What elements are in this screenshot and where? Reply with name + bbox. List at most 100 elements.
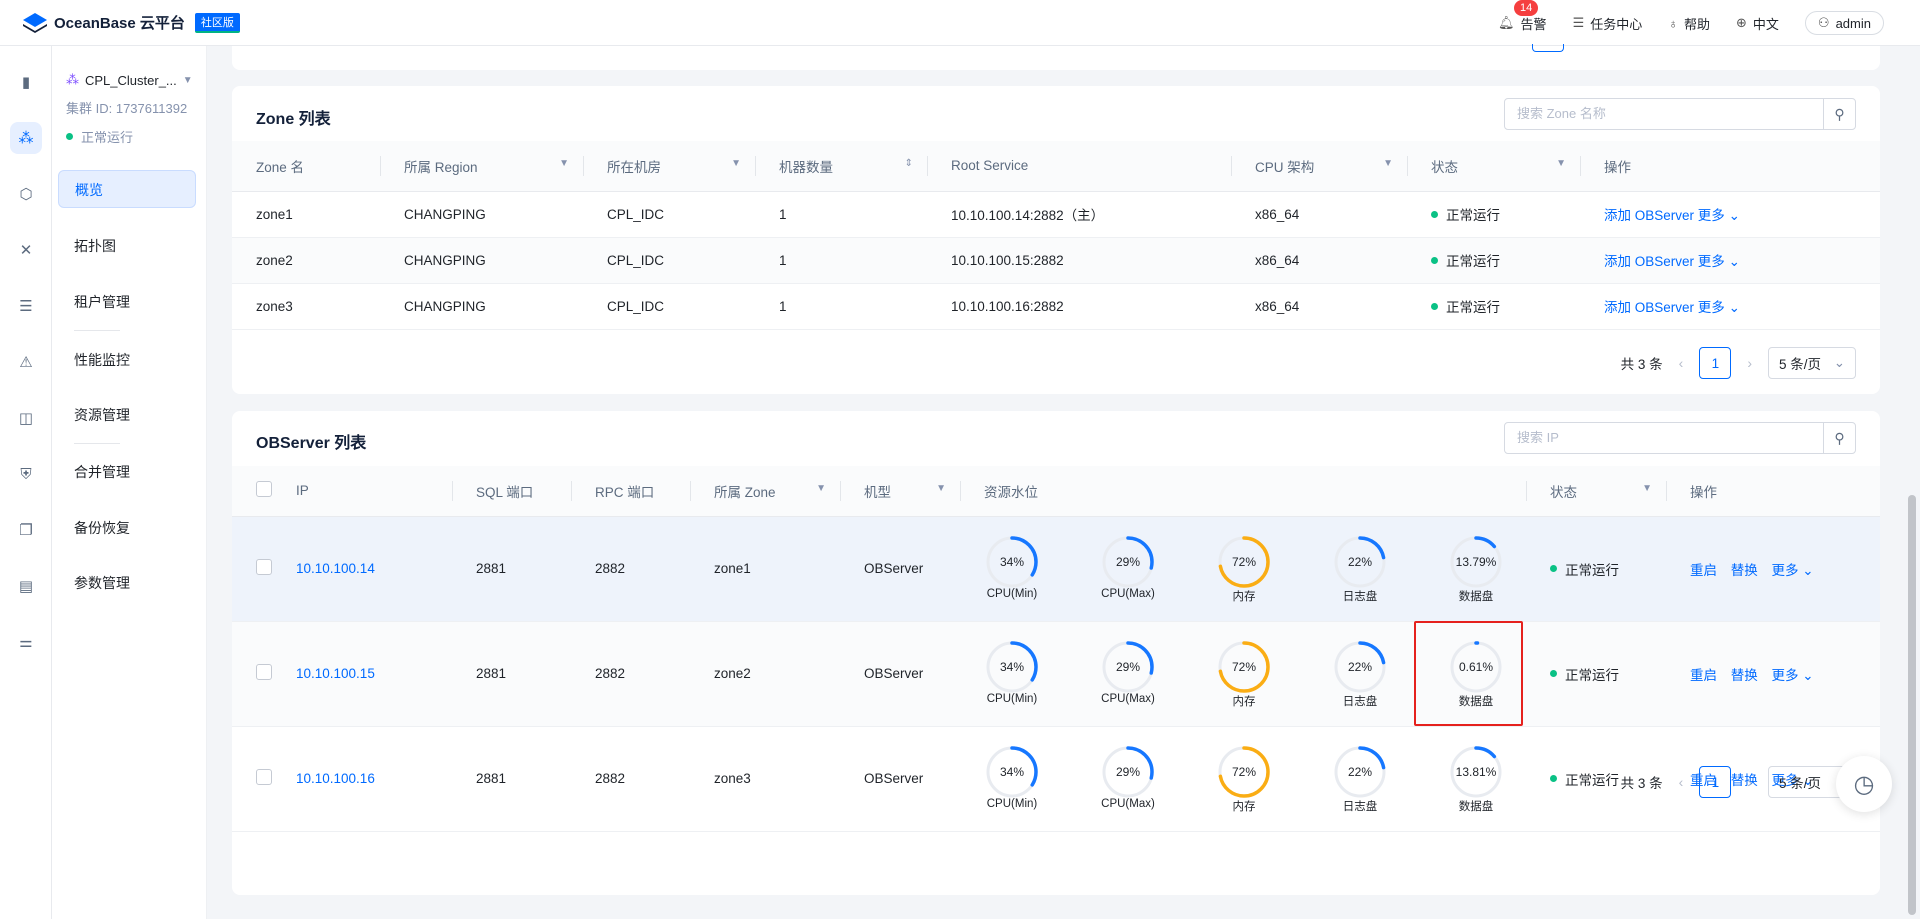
more-dropdown[interactable]: 更多 ⌄ bbox=[1772, 668, 1814, 683]
prev-page-icon[interactable]: ‹ bbox=[1679, 774, 1684, 790]
add-observer-link[interactable]: 添加 OBServer bbox=[1604, 300, 1694, 315]
filter-icon[interactable]: ▼ bbox=[731, 158, 741, 169]
nav-topology[interactable]: 拓扑图 bbox=[58, 227, 196, 265]
nav-performance[interactable]: 性能监控 bbox=[58, 341, 196, 379]
add-observer-link[interactable]: 添加 OBServer bbox=[1604, 254, 1694, 269]
gauge-value: 22% bbox=[1348, 660, 1372, 674]
nav-tenant[interactable]: 租户管理 bbox=[58, 283, 196, 321]
cluster-name: CPL_Cluster_... bbox=[85, 72, 177, 88]
observer-ip-link[interactable]: 10.10.100.16 bbox=[296, 771, 375, 786]
gauge-label: CPU(Max) bbox=[1101, 692, 1155, 705]
pager-total: 共 3 条 bbox=[1620, 776, 1663, 791]
app-logo[interactable]: OceanBase 云平台 社区版 bbox=[22, 12, 240, 34]
report-icon[interactable]: ▤ bbox=[10, 570, 42, 602]
nav-overview[interactable]: 概览 bbox=[58, 170, 196, 208]
history-clock-icon[interactable]: ◷ bbox=[1836, 756, 1892, 812]
pager-page-edge bbox=[1532, 44, 1564, 52]
select-all-checkbox[interactable] bbox=[256, 481, 272, 498]
zone-list-card: Zone 列表 搜索 Zone 名称 ⚲ Zone 名 所属 Region ▼ 所… bbox=[232, 86, 1880, 394]
zone-search-input[interactable]: 搜索 Zone 名称 bbox=[1505, 99, 1823, 129]
backup-icon[interactable]: ❐ bbox=[10, 514, 42, 546]
gauge-ring: 22% bbox=[1334, 640, 1386, 693]
chevron-down-icon: ⌄ bbox=[1833, 355, 1845, 370]
row-checkbox[interactable] bbox=[256, 559, 272, 575]
more-dropdown[interactable]: 更多 ⌄ bbox=[1698, 208, 1740, 223]
gauge-label: 数据盘 bbox=[1458, 800, 1494, 813]
gauge-ring: 22% bbox=[1334, 535, 1386, 588]
gauge-label: CPU(Min) bbox=[986, 587, 1038, 600]
zone-status: 正常运行 bbox=[1407, 237, 1580, 284]
gauge-ring: 72% bbox=[1218, 535, 1270, 588]
observer-ip-link[interactable]: 10.10.100.15 bbox=[296, 666, 375, 681]
row-checkbox[interactable] bbox=[256, 769, 272, 785]
zone-machine-count: 1 bbox=[755, 283, 927, 330]
security-icon[interactable]: ⛨ bbox=[10, 458, 42, 490]
cluster-selector[interactable]: ⁂ CPL_Cluster_... ▼ bbox=[66, 72, 206, 88]
filter-icon[interactable]: ▼ bbox=[816, 483, 826, 494]
pager-page[interactable]: 1 bbox=[1699, 766, 1732, 798]
nav-merge[interactable]: 合并管理 bbox=[58, 453, 196, 491]
resource-gauge: 29% CPU(Max) bbox=[1100, 534, 1156, 604]
monitor-icon[interactable]: ◫ bbox=[10, 402, 42, 434]
prev-page-icon[interactable]: ‹ bbox=[1679, 355, 1684, 371]
resource-gauge: 72% 内存 bbox=[1216, 534, 1272, 604]
language-button[interactable]: ⊕ 中文 bbox=[1736, 14, 1779, 33]
language-label: 中文 bbox=[1752, 16, 1779, 32]
gauge-value: 29% bbox=[1116, 660, 1140, 674]
filter-icon[interactable]: ▼ bbox=[1383, 158, 1393, 169]
observer-ip-link[interactable]: 10.10.100.14 bbox=[296, 561, 375, 576]
page-size-select[interactable]: 5 条/页⌄ bbox=[1768, 347, 1856, 379]
restart-link[interactable]: 重启 bbox=[1690, 563, 1717, 578]
gauge-label: 日志盘 bbox=[1342, 590, 1378, 603]
filter-icon[interactable]: ▼ bbox=[936, 483, 946, 494]
user-menu-button[interactable]: ⚇ admin bbox=[1804, 11, 1884, 35]
more-dropdown[interactable]: 更多 ⌄ bbox=[1698, 254, 1740, 269]
help-button[interactable]: ♁ 帮助 bbox=[1668, 14, 1710, 33]
zone-actions: 添加 OBServer 更多 ⌄ bbox=[1580, 237, 1880, 284]
replace-link[interactable]: 替换 bbox=[1731, 563, 1758, 578]
add-observer-link[interactable]: 添加 OBServer bbox=[1604, 208, 1694, 223]
tenant-icon[interactable]: ⬡ bbox=[10, 178, 42, 210]
search-icon[interactable]: ⚲ bbox=[1823, 99, 1855, 129]
page-scrollbar[interactable] bbox=[1908, 495, 1916, 915]
search-icon[interactable]: ⚲ bbox=[1823, 423, 1855, 453]
filter-icon[interactable]: ▼ bbox=[1556, 158, 1566, 169]
zone-status: 正常运行 bbox=[1407, 191, 1580, 238]
col-idc: 所在机房 ▼ bbox=[583, 141, 755, 192]
alarm-button[interactable]: 🔔︎ 告警 14 bbox=[1498, 0, 1547, 33]
sort-icon[interactable]: ⇕ bbox=[905, 158, 913, 169]
next-page-icon[interactable]: › bbox=[1747, 355, 1752, 371]
pager-page[interactable]: 1 bbox=[1699, 347, 1732, 379]
gauge-ring: 29% bbox=[1102, 745, 1154, 798]
alert-icon[interactable]: ⚠︎ bbox=[10, 346, 42, 378]
filter-icon[interactable]: ▼ bbox=[559, 158, 569, 169]
nav-parameters[interactable]: 参数管理 bbox=[58, 564, 196, 602]
filter-icon[interactable]: ▼ bbox=[1642, 483, 1652, 494]
resource-gauge: 13.81% 数据盘 bbox=[1448, 744, 1504, 814]
globe-icon: ⊕ bbox=[1736, 15, 1747, 30]
next-page-icon[interactable]: › bbox=[1747, 774, 1752, 790]
task-center-button[interactable]: ☰ 任务中心 bbox=[1573, 14, 1643, 33]
zone-table: Zone 名 所属 Region ▼ 所在机房 ▼ 机器数量 ⇕ Root Servi… bbox=[232, 141, 1880, 330]
row-checkbox[interactable] bbox=[256, 664, 272, 680]
observer-zone: zone2 bbox=[690, 621, 840, 727]
topology-icon[interactable]: ✕ bbox=[10, 234, 42, 266]
zone-list-title: Zone 列表 bbox=[256, 111, 331, 128]
nav-resource[interactable]: 资源管理 bbox=[58, 396, 196, 434]
more-dropdown[interactable]: 更多 ⌄ bbox=[1772, 563, 1814, 578]
alarm-count-badge: 14 bbox=[1514, 0, 1539, 16]
settings-sliders-icon[interactable]: ⚌ bbox=[10, 626, 42, 658]
cluster-icon[interactable]: ⁂ bbox=[10, 122, 42, 154]
dashboard-icon[interactable]: ▮ bbox=[10, 66, 42, 98]
zone-name: zone3 bbox=[232, 283, 380, 330]
observer-search: 搜索 IP ⚲ bbox=[1504, 422, 1856, 454]
nav-backup[interactable]: 备份恢复 bbox=[58, 509, 196, 547]
observer-rpc-port: 2882 bbox=[571, 621, 690, 727]
replace-link[interactable]: 替换 bbox=[1731, 668, 1758, 683]
more-dropdown[interactable]: 更多 ⌄ bbox=[1698, 300, 1740, 315]
package-icon[interactable]: ☰ bbox=[10, 290, 42, 322]
observer-search-input[interactable]: 搜索 IP bbox=[1505, 423, 1823, 453]
restart-link[interactable]: 重启 bbox=[1690, 668, 1717, 683]
observer-actions: 重启 替换 更多 ⌄ bbox=[1666, 621, 1880, 727]
observer-zone: zone3 bbox=[690, 726, 840, 832]
